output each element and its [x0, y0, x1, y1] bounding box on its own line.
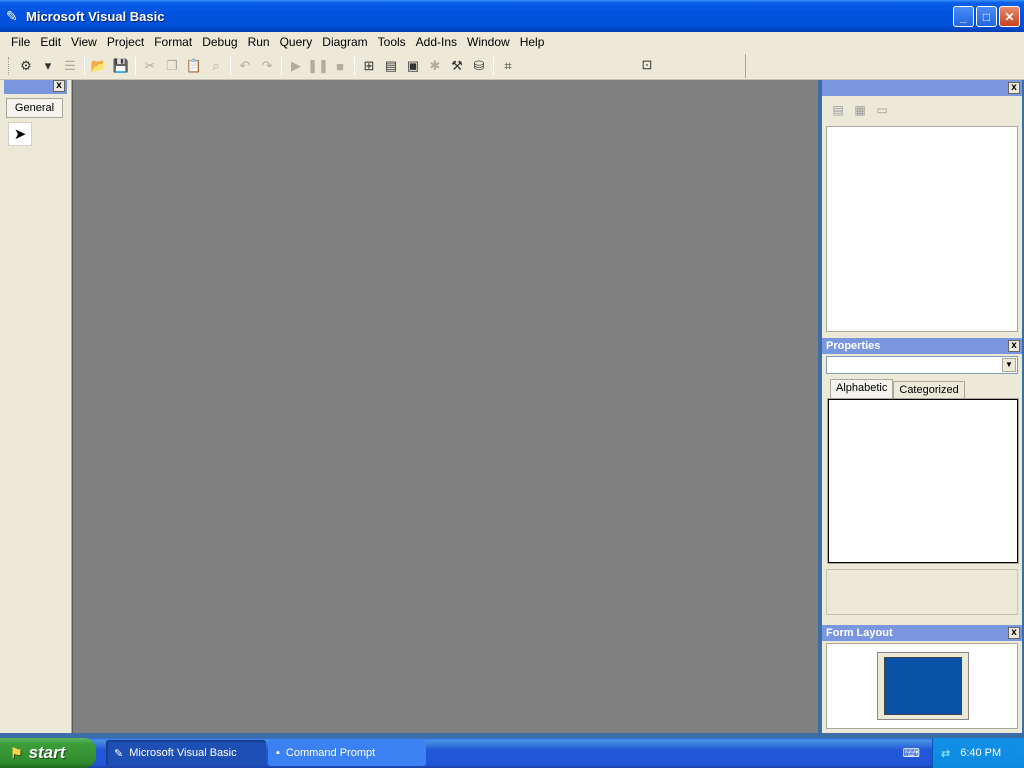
chevron-down-icon[interactable]: ▼ — [1002, 358, 1016, 372]
properties-tabs: Alphabetic Categorized — [830, 379, 1022, 399]
toolbar-separator — [354, 57, 355, 75]
project-explorer-header[interactable]: x — [822, 80, 1022, 96]
taskbar-item-visual-basic[interactable]: ✎ Microsoft Visual Basic — [106, 740, 266, 766]
cut-icon[interactable]: ✂ — [139, 55, 161, 77]
toolbar-row: ⚙ ▾ ☰ 📂 💾 ✂ ❐ 📋 ⌕ ↶ ↷ ▶ ❚❚ ■ ⊞ ▤ ▣ ✱ ⚒ ⛁… — [0, 52, 1024, 80]
close-button[interactable]: ✕ — [999, 6, 1020, 27]
project-explorer-toolbar: ▤ ▦ ▭ — [822, 96, 1022, 124]
break-icon[interactable]: ❚❚ — [307, 55, 329, 77]
menu-add-ins[interactable]: Add-Ins — [411, 35, 462, 49]
form-layout-close-button[interactable]: x — [1008, 627, 1020, 639]
object-browser-icon[interactable]: ✱ — [424, 55, 446, 77]
position-icon[interactable]: ⌗ — [497, 55, 519, 77]
add-form-icon[interactable]: ▾ — [37, 55, 59, 77]
properties-title: Properties — [826, 340, 881, 352]
start-button[interactable]: ⚑ start — [0, 738, 96, 768]
property-description — [826, 569, 1018, 615]
menu-format[interactable]: Format — [149, 35, 197, 49]
toolbar-separator — [281, 57, 282, 75]
view-object-icon[interactable]: ▦ — [850, 100, 870, 120]
tab-alphabetic[interactable]: Alphabetic — [830, 379, 894, 399]
right-panels: x ▤ ▦ ▭ Properties x ▼ Alphabetic Catego… — [822, 80, 1022, 733]
form-layout-header[interactable]: Form Layout x — [822, 625, 1022, 641]
properties-grid[interactable] — [827, 398, 1019, 564]
vb-task-icon: ✎ — [114, 747, 124, 760]
minimize-button[interactable]: _ — [953, 6, 974, 27]
menu-debug[interactable]: Debug — [197, 35, 242, 49]
form-layout-icon[interactable]: ▣ — [402, 55, 424, 77]
system-tray: ⇄ 6:40 PM — [932, 738, 1024, 768]
project-tree[interactable] — [826, 126, 1018, 332]
pointer-icon[interactable]: ➤ — [8, 122, 32, 146]
clock[interactable]: 6:40 PM — [960, 747, 1001, 759]
mdi-workspace[interactable] — [72, 80, 818, 733]
menu-window[interactable]: Window — [462, 35, 515, 49]
window-title: Microsoft Visual Basic — [26, 8, 165, 24]
network-icon[interactable]: ⇄ — [941, 747, 950, 760]
properties-close-button[interactable]: x — [1008, 340, 1020, 352]
task-label: Command Prompt — [285, 747, 376, 759]
data-view-icon[interactable]: ⛁ — [468, 55, 490, 77]
window-controls: _ □ ✕ — [953, 6, 1020, 27]
start-label: start — [28, 743, 66, 762]
menu-edit[interactable]: Edit — [35, 35, 66, 49]
end-icon[interactable]: ■ — [329, 55, 351, 77]
menu-project[interactable]: Project — [102, 35, 149, 49]
cmd-task-icon: ▪ — [276, 747, 280, 759]
toolbox-close-button[interactable]: x — [53, 80, 65, 92]
menu-diagram[interactable]: Diagram — [317, 35, 372, 49]
menu-editor-icon[interactable]: ☰ — [59, 55, 81, 77]
tab-categorized[interactable]: Categorized — [893, 381, 965, 399]
monitor-icon — [877, 652, 969, 720]
properties-header[interactable]: Properties x — [822, 338, 1022, 354]
menu-run[interactable]: Run — [243, 35, 275, 49]
find-icon[interactable]: ⌕ — [205, 55, 227, 77]
menu-query[interactable]: Query — [275, 35, 318, 49]
toolbar-separator — [135, 57, 136, 75]
redo-icon[interactable]: ↷ — [256, 55, 278, 77]
menu-tools[interactable]: Tools — [373, 35, 411, 49]
title-bar[interactable]: ✎ Microsoft Visual Basic _ □ ✕ — [0, 0, 1024, 32]
toolbar-separator — [84, 57, 85, 75]
view-code-icon[interactable]: ▤ — [828, 100, 848, 120]
menu-bar: File Edit View Project Format Debug Run … — [0, 32, 1024, 52]
monitor-screen[interactable] — [884, 657, 962, 715]
taskbar: ⚑ start ✎ Microsoft Visual Basic ▪ Comma… — [0, 738, 1024, 768]
add-project-icon[interactable]: ⚙ — [15, 55, 37, 77]
windows-flag-icon: ⚑ — [10, 744, 23, 761]
toolbar-grip[interactable] — [8, 57, 11, 75]
toolbox-icon[interactable]: ⚒ — [446, 55, 468, 77]
save-project-icon[interactable]: 💾 — [110, 55, 132, 77]
project-explorer-icon[interactable]: ⊞ — [358, 55, 380, 77]
menu-view[interactable]: View — [66, 35, 102, 49]
taskbar-item-command-prompt[interactable]: ▪ Command Prompt — [268, 740, 426, 766]
project-explorer-close-button[interactable]: x — [1008, 82, 1020, 94]
properties-window-icon[interactable]: ▤ — [380, 55, 402, 77]
toolbox-tab-general[interactable]: General — [6, 98, 63, 118]
toolbox-panel: x General ➤ — [0, 80, 72, 733]
toggle-folders-icon[interactable]: ▭ — [872, 100, 892, 120]
object-selector-combo[interactable]: ▼ — [826, 356, 1018, 374]
undo-icon[interactable]: ↶ — [234, 55, 256, 77]
toolbox-header[interactable]: x — [4, 80, 67, 94]
vb-app-icon[interactable]: ✎ — [6, 8, 22, 24]
task-label: Microsoft Visual Basic — [129, 747, 237, 759]
copy-icon[interactable]: ❐ — [161, 55, 183, 77]
keyboard-icon[interactable]: ⌨ — [903, 746, 920, 760]
form-layout-title: Form Layout — [826, 627, 893, 639]
size-icon[interactable]: ⊡ — [636, 54, 658, 76]
menu-help[interactable]: Help — [515, 35, 550, 49]
paste-icon[interactable]: 📋 — [183, 55, 205, 77]
form-layout-body — [826, 643, 1018, 729]
menu-file[interactable]: File — [6, 35, 35, 49]
open-project-icon[interactable]: 📂 — [88, 55, 110, 77]
toolbar-separator — [230, 57, 231, 75]
toolbar-separator — [493, 57, 494, 75]
maximize-button[interactable]: □ — [976, 6, 997, 27]
start-icon[interactable]: ▶ — [285, 55, 307, 77]
